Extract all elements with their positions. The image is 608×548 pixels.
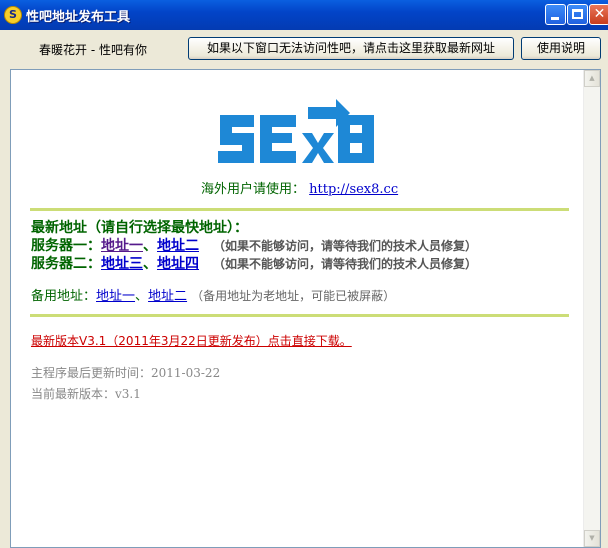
separator: 、 [135, 289, 149, 304]
update-time-line: 主程序最后更新时间：2011-03-22 [31, 364, 220, 381]
sex8-logo [218, 99, 374, 163]
server2-note: （如果不能够访问，请等待我们的技术人员修复） [213, 257, 478, 271]
minimize-button[interactable] [545, 4, 566, 25]
backup-note: （备用地址为老地址，可能已被屏蔽） [191, 289, 396, 303]
current-version-line: 当前最新版本：v3.1 [31, 385, 141, 402]
server2-label: 服务器二： [31, 256, 101, 272]
backup-label: 备用地址： [31, 289, 97, 304]
server1-address-1-link[interactable]: 地址一 [101, 238, 143, 254]
scroll-down-button[interactable]: ▼ [584, 530, 600, 547]
divider-top [30, 208, 569, 211]
download-latest-version-link[interactable]: 最新版本V3.1（2011年3月22日更新发布）点击直接下载。 [31, 332, 352, 349]
server-row-1: 服务器一：地址一、地址二 （如果不能够访问，请等待我们的技术人员修复） [31, 235, 477, 255]
update-time-value: 2011-03-22 [151, 366, 221, 380]
current-version-value: v3.1 [115, 387, 141, 401]
server1-address-2-link[interactable]: 地址二 [157, 238, 199, 254]
scroll-up-button[interactable]: ▲ [584, 70, 600, 87]
browser-frame[interactable]: 海外用户请使用： http://sex8.cc 最新地址（请自行选择最快地址）：… [10, 69, 601, 548]
window-title: 性吧地址发布工具 [26, 10, 131, 25]
overseas-url-link[interactable]: http://sex8.cc [309, 182, 398, 197]
server-row-2: 服务器二：地址三、地址四 （如果不能够访问，请等待我们的技术人员修复） [31, 253, 477, 273]
current-version-label: 当前最新版本： [31, 387, 116, 401]
overseas-line: 海外用户请使用： http://sex8.cc [201, 178, 398, 197]
close-button[interactable]: ✕ [589, 4, 608, 25]
toolbar: 春暖花开 - 性吧有你 如果以下窗口无法访问性吧，请点击这里获取最新网址 使用说… [0, 30, 608, 66]
backup-address-2-link[interactable]: 地址二 [148, 289, 187, 304]
overseas-label: 海外用户请使用： [201, 182, 306, 197]
maximize-button[interactable] [567, 4, 588, 25]
slogan-text: 春暖花开 - 性吧有你 [39, 43, 147, 57]
server2-address-4-link[interactable]: 地址四 [157, 256, 199, 272]
minimize-icon [551, 17, 559, 20]
arrow-up-icon: ▲ [589, 74, 595, 82]
app-icon: S [4, 6, 22, 24]
latest-address-title: 最新地址（请自行选择最快地址）： [31, 220, 248, 236]
title-bar[interactable]: S 性吧地址发布工具 ✕ [0, 0, 608, 30]
server1-label: 服务器一： [31, 238, 101, 254]
server1-note: （如果不能够访问，请等待我们的技术人员修复） [213, 239, 478, 253]
server2-address-3-link[interactable]: 地址三 [101, 256, 143, 272]
backup-row: 备用地址：地址一、地址二 （备用地址为老地址，可能已被屏蔽） [31, 285, 395, 304]
backup-address-1-link[interactable]: 地址一 [96, 289, 135, 304]
separator: 、 [143, 256, 157, 272]
update-time-label: 主程序最后更新时间： [31, 366, 152, 380]
divider-bottom [30, 314, 569, 317]
help-button[interactable]: 使用说明 [521, 37, 601, 60]
maximize-icon [572, 9, 583, 19]
close-icon: ✕ [593, 6, 606, 22]
vertical-scrollbar[interactable]: ▲ ▼ [583, 70, 600, 547]
get-latest-url-button[interactable]: 如果以下窗口无法访问性吧，请点击这里获取最新网址 [188, 37, 514, 60]
arrow-down-icon: ▼ [589, 534, 595, 542]
separator: 、 [143, 238, 157, 254]
